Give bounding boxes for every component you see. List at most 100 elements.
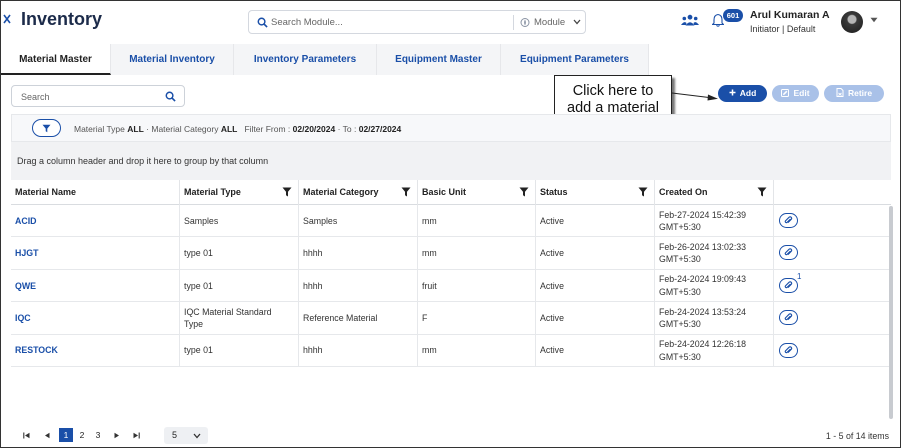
pager-items-info: 1 - 5 of 14 items [825, 431, 889, 441]
edit-button[interactable]: Edit [772, 85, 819, 102]
group-hint-text: Drag a column header and drop it here to… [17, 156, 269, 166]
table-row[interactable]: QWE type 01 hhhh fruit Active Feb-24-202… [11, 269, 889, 303]
tab-inventory-parameters[interactable]: Inventory Parameters [234, 44, 377, 75]
basic-unit-cell: F [418, 302, 536, 335]
column-header-created-on[interactable]: Created On [655, 180, 774, 205]
material-name-link[interactable]: QWE [11, 269, 180, 302]
chevron-down-icon[interactable] [573, 19, 581, 25]
module-search-input[interactable]: Search Module... [271, 17, 343, 28]
paperclip-icon [784, 248, 793, 256]
search-icon [257, 17, 268, 28]
grid-scrollbar[interactable] [889, 206, 893, 419]
app-window: Inventory Search Module... Module 601 Ar… [0, 0, 901, 448]
created-on-cell: Feb-27-2024 15:42:39 GMT+5:30 [655, 205, 774, 237]
paperclip-icon [784, 281, 793, 289]
tab-equipment-parameters[interactable]: Equipment Parameters [501, 44, 649, 75]
filter-button[interactable] [32, 119, 61, 137]
page-size-select[interactable]: 5 [164, 427, 208, 444]
tab-equipment-master[interactable]: Equipment Master [377, 44, 501, 75]
attachment-button[interactable] [779, 310, 798, 326]
attachment-button[interactable] [779, 213, 798, 228]
module-search-bar[interactable]: Search Module... Module [248, 10, 586, 34]
created-date: Feb-24-2024 12:26:18 [659, 339, 747, 350]
module-select[interactable]: Module [534, 17, 565, 28]
edit-icon [781, 88, 790, 97]
column-header-label: Created On [659, 187, 708, 197]
retire-button[interactable]: Retire [824, 85, 884, 102]
status-cell: Active [536, 269, 655, 302]
materials-grid: Material Name Material Type Material Cat… [11, 180, 891, 420]
created-timezone: GMT+5:30 [659, 351, 701, 362]
material-category-cell: hhhh [299, 269, 418, 302]
column-header-material-category[interactable]: Material Category [299, 180, 418, 205]
paperclip-icon [784, 216, 793, 224]
user-name: Arul Kumaran A [750, 9, 830, 21]
material-name-link[interactable]: HJGT [11, 237, 180, 270]
material-category-cell: Reference Material [299, 302, 418, 335]
attachment-button[interactable] [779, 277, 798, 293]
material-category-cell: hhhh [299, 237, 418, 270]
material-category-cell: Samples [299, 205, 418, 237]
attachment-button[interactable] [779, 342, 798, 358]
status-cell: Active [536, 302, 655, 335]
column-header-label: Status [540, 187, 568, 197]
basic-unit-cell: mm [418, 237, 536, 270]
page-button-1[interactable]: 1 [59, 428, 73, 442]
app-title: Inventory [21, 9, 103, 29]
top-header: Inventory Search Module... Module 601 Ar… [1, 1, 900, 41]
material-type-cell: type 01 [180, 334, 299, 367]
column-header-material-type[interactable]: Material Type [180, 180, 299, 205]
user-menu-chevron-icon[interactable] [870, 17, 878, 23]
material-name-link[interactable]: IQC [11, 302, 180, 335]
created-on-cell: Feb-24-2024 12:26:18 GMT+5:30 [655, 334, 774, 367]
column-filter-icon[interactable] [638, 187, 648, 197]
retire-icon [836, 88, 844, 98]
tab-material-inventory[interactable]: Material Inventory [111, 44, 234, 75]
notification-badge: 601 [723, 9, 743, 22]
table-row[interactable]: RESTOCK type 01 hhhh mm Active Feb-24-20… [11, 334, 889, 367]
column-header-basic-unit[interactable]: Basic Unit [418, 180, 536, 205]
material-name-link[interactable]: RESTOCK [11, 334, 180, 367]
next-page-icon[interactable] [114, 432, 120, 439]
grid-search-field[interactable]: Search [11, 85, 185, 107]
table-row[interactable]: ACID Samples Samples mm Active Feb-27-20… [11, 205, 889, 238]
search-divider [513, 15, 514, 30]
table-row[interactable]: IQC IQC Material Standard Type Reference… [11, 302, 889, 335]
page-button-2[interactable]: 2 [75, 428, 89, 442]
column-header-material-name[interactable]: Material Name [11, 180, 180, 205]
status-cell: Active [536, 205, 655, 237]
filter-summary-bar: Material Type ALL · Material Category AL… [11, 114, 891, 142]
created-timezone: GMT+5:30 [659, 319, 701, 330]
column-filter-icon[interactable] [757, 187, 767, 197]
paperclip-icon [784, 345, 793, 353]
group-drop-area[interactable]: Drag a column header and drop it here to… [11, 142, 891, 180]
attachment-count: 1 [797, 271, 802, 281]
column-header-label: Material Name [15, 187, 77, 197]
column-header-status[interactable]: Status [536, 180, 655, 205]
avatar[interactable] [841, 11, 863, 33]
first-page-icon[interactable] [23, 432, 30, 439]
previous-page-icon[interactable] [44, 432, 50, 439]
grid-search-input[interactable]: Search [21, 92, 50, 102]
plus-icon [729, 89, 736, 96]
page-button-3[interactable]: 3 [91, 428, 105, 442]
attachment-button[interactable] [779, 245, 798, 261]
created-timezone: GMT+5:30 [659, 254, 701, 265]
users-icon[interactable] [681, 14, 699, 26]
filter-material-type-value: ALL [127, 124, 144, 134]
tab-material-master[interactable]: Material Master [1, 44, 111, 75]
column-filter-icon[interactable] [282, 187, 292, 197]
column-filter-icon[interactable] [401, 187, 411, 197]
filter-from-date: 02/20/2024 [292, 124, 336, 134]
column-filter-icon[interactable] [519, 187, 529, 197]
status-cell: Active [536, 334, 655, 367]
table-row[interactable]: HJGT type 01 hhhh mm Active Feb-26-2024 … [11, 237, 889, 270]
created-on-cell: Feb-24-2024 19:09:43 GMT+5:30 [655, 269, 774, 302]
last-page-icon[interactable] [133, 432, 140, 439]
material-name-link[interactable]: ACID [11, 205, 180, 237]
callout-arrow-icon [672, 92, 718, 101]
sidebar-collapse-icon[interactable] [3, 13, 11, 25]
search-icon[interactable] [165, 91, 176, 102]
add-button[interactable]: Add [718, 85, 767, 102]
filter-material-category-value: ALL [220, 124, 238, 134]
